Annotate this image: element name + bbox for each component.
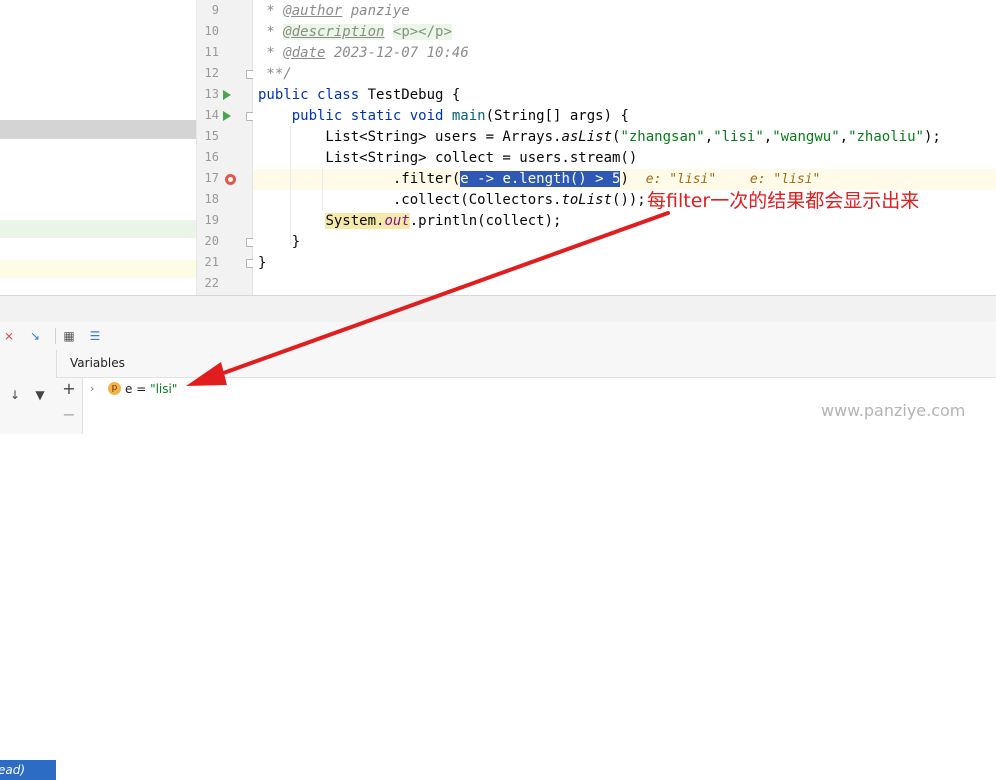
line-number: 19 [204,213,219,227]
line-number: 14 [204,108,219,122]
line-number: 18 [204,192,219,206]
code-line: System.out.println(collect); [325,213,562,229]
frame-label: ead) [0,763,26,777]
down-arrow-icon[interactable]: ↓ [8,388,22,402]
param-badge-icon: p [108,382,121,395]
line-number: 12 [204,66,219,80]
line-number: 22 [204,276,219,290]
code-line: public class TestDebug { [258,87,461,103]
variables-header: Variables [57,350,996,378]
project-tree-panel [0,0,197,295]
table-icon[interactable]: ▦ [62,329,76,343]
toolbar-separator [55,328,56,344]
watermark: www.panziye.com [821,401,966,420]
code-line: **/ [258,66,292,82]
clear-breakpoint-icon[interactable]: ⨯ [2,329,16,343]
add-icon[interactable]: + [62,381,76,397]
code-editor[interactable]: * @author panziye * @description <p></p>… [253,0,996,295]
chevron-right-icon[interactable]: › [90,380,94,398]
variable-value: "lisi" [150,382,178,396]
code-line: } [258,234,301,250]
breakpoint-icon[interactable] [225,174,236,185]
layout-icon[interactable]: ☰ [88,329,102,343]
selected-lambda[interactable]: e -> e.length() > 5 [460,171,621,187]
line-number: 21 [204,255,219,269]
line-number: 11 [204,45,219,59]
remove-icon[interactable]: − [62,407,76,423]
debug-tool-header [0,295,996,322]
run-icon[interactable] [223,111,231,121]
code-line: List<String> users = Arrays.asList("zhan… [258,129,941,145]
code-line: * @description <p></p> [258,24,452,40]
project-tree-row-highlight [0,260,196,278]
step-icon[interactable]: ↘ [28,329,42,343]
debug-toolbar: ⨯ ↘ ▦ ☰ [0,322,996,351]
code-line: public static void main(String[] args) { [291,108,629,124]
line-number: 16 [204,150,219,164]
inline-value-hint: e: "lisi" [749,172,821,187]
project-tree-selected-row[interactable] [0,120,196,139]
line-number: 15 [204,129,219,143]
run-icon[interactable] [223,90,231,100]
frames-pane: ↓ ▼ ead) [0,350,57,780]
project-tree-row-highlight [0,220,196,238]
selected-frame[interactable]: ead) [0,760,56,780]
inline-value-hint: e: "lisi" [645,172,717,187]
variables-side-toolbar: + − [56,378,83,434]
line-number: 13 [204,87,219,101]
filter-icon[interactable]: ▼ [33,388,47,402]
variable-text: e = "lisi" [125,380,177,398]
code-line: .collect(Collectors.toList()); [258,192,646,208]
line-number: 20 [204,234,219,248]
code-line: * @author panziye [258,3,410,19]
line-number: 17 [204,171,219,185]
code-line: * @date 2023-12-07 10:46 [258,45,469,61]
variables-title: Variables [70,356,125,370]
variable-eq: = [132,382,151,396]
annotation-text: 每filter一次的结果都会显示出来 [647,190,920,212]
line-number: 9 [211,3,219,17]
code-line: } [258,255,267,271]
editor-gutter: 9 10 11 12 13 14 15 16 17 18 19 20 21 22 [197,0,255,295]
code-line: List<String> collect = users.stream() [258,150,638,166]
line-number: 10 [204,24,219,38]
